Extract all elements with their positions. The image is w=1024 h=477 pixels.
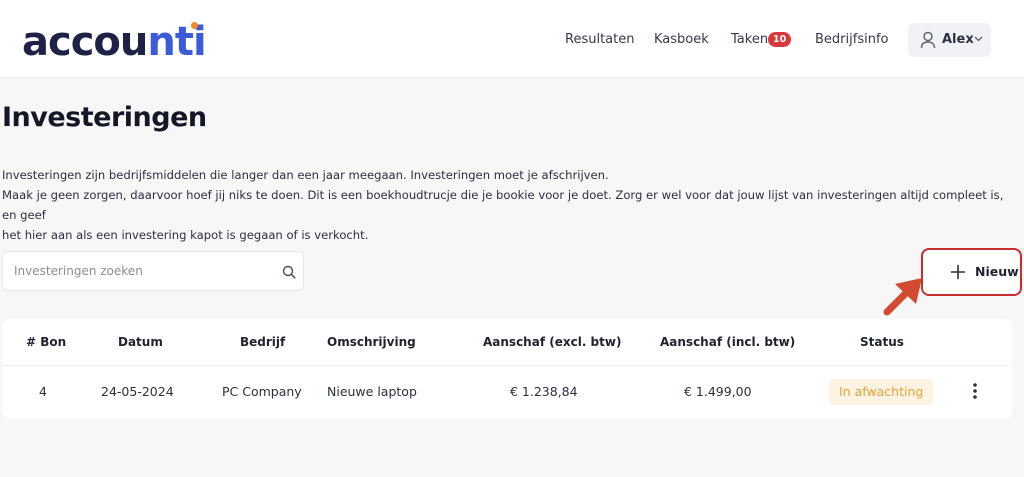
intro-text: Investeringen zijn bedrijfsmiddelen die … [2,165,1012,245]
column-header-status[interactable]: Status [860,334,904,350]
cell-datum: 24-05-2024 [101,384,174,399]
search-input[interactable] [14,261,264,281]
status-badge: In afwachting [829,379,934,405]
column-header-bedrijf[interactable]: Bedrijf [240,334,285,350]
annotation-arrow-icon [883,278,922,316]
investments-table: # Bon Datum Bedrijf Omschrijving Aanscha… [2,319,1012,419]
new-investment-button[interactable]: Nieuw [921,248,1022,296]
column-header-aanschaf-excl[interactable]: Aanschaf (excl. btw) [483,334,621,350]
taken-count-badge: 10 [768,32,792,47]
new-button-label: Nieuw [975,264,1019,279]
cell-omschrijving: Nieuwe laptop [327,384,417,399]
logo-dot [191,22,198,29]
nav-kasboek[interactable]: Kasboek [654,31,709,49]
intro-line-3: het hier aan als een investering kapot i… [2,228,369,242]
cell-bedrijf: PC Company [222,384,302,399]
user-icon [920,31,936,49]
more-options-icon[interactable] [972,382,978,400]
intro-line-2: Maak je geen zorgen, daarvoor hoef jij n… [2,188,1004,222]
top-navbar: accounti Resultaten Kasboek Taken 10 Bed… [0,0,1024,78]
cell-aanschaf-excl: € 1.238,84 [510,384,578,399]
intro-line-1: Investeringen zijn bedrijfsmiddelen die … [2,168,609,182]
user-menu-button[interactable]: Alex [908,23,991,57]
cell-aanschaf-incl: € 1.499,00 [684,384,752,399]
search-box [2,251,304,291]
column-header-omschrijving[interactable]: Omschrijving [327,334,416,350]
header-divider [2,365,1012,366]
accounti-logo[interactable]: accounti [22,14,207,70]
nav-taken[interactable]: Taken [731,31,768,49]
chevron-down-icon [974,36,983,42]
page-title: Investeringen [2,102,207,133]
cell-bon: 4 [39,384,47,399]
nav-bedrijfsinfo[interactable]: Bedrijfsinfo [815,31,888,49]
column-header-bon[interactable]: # Bon [26,334,66,350]
column-header-aanschaf-incl[interactable]: Aanschaf (incl. btw) [660,334,795,350]
search-icon[interactable] [282,265,296,279]
column-header-datum[interactable]: Datum [118,334,163,350]
plus-icon [950,264,966,280]
nav-resultaten[interactable]: Resultaten [565,31,634,49]
user-name: Alex [942,32,974,47]
logo-text-part1: accou [22,19,148,65]
